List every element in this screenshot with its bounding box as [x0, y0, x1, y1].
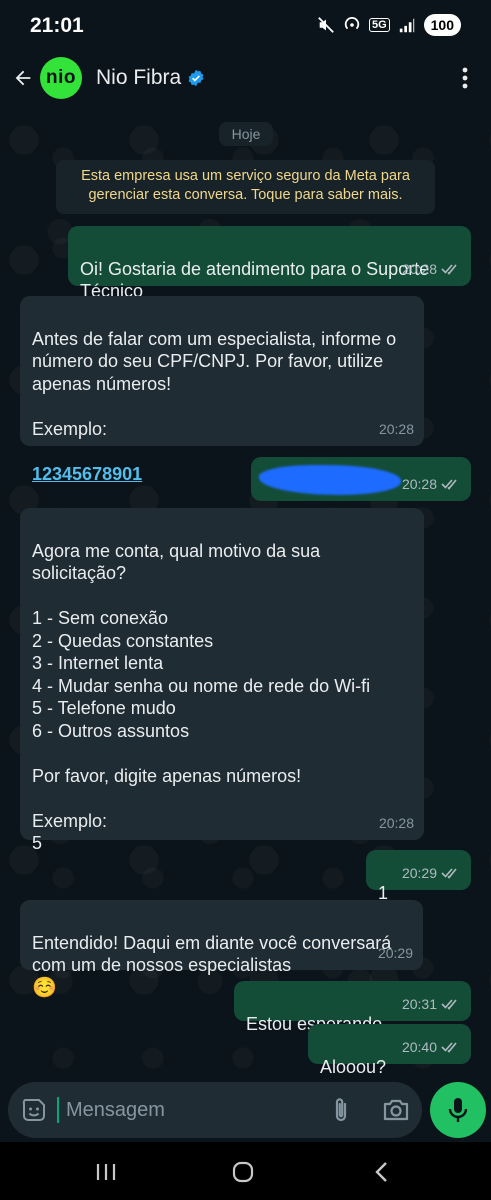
message-incoming[interactable]: Entendido! Daqui em diante você conversa… — [20, 900, 423, 999]
network-type-label: 5G — [368, 18, 390, 32]
message-text: Entendido! Daqui em diante você conversa… — [32, 932, 392, 976]
status-time: 21:01 — [30, 14, 84, 37]
message-outgoing[interactable]: Alooou? 20:40 — [308, 1024, 471, 1077]
message-outgoing[interactable]: Estou esperando 20:31 — [234, 981, 471, 1034]
read-receipt-icon — [441, 1042, 457, 1053]
message-incoming[interactable]: Antes de falar com um especialista, info… — [20, 296, 424, 484]
message-text: Agora me conta, qual motivo da sua solic… — [32, 540, 371, 854]
read-receipt-icon — [441, 868, 457, 879]
message-meta: 20:29 — [378, 942, 413, 965]
hotspot-icon — [344, 17, 360, 30]
message-meta: 20:40 — [402, 1036, 461, 1059]
message-text: Oi! Gostaria de atendimento para o Supor… — [80, 258, 430, 302]
encryption-notice[interactable]: Esta empresa usa um serviço seguro da Me… — [56, 160, 435, 214]
message-outgoing-redacted[interactable]: 20:28 — [251, 457, 471, 501]
encryption-notice-text: Esta empresa usa um serviço seguro da Me… — [81, 168, 410, 203]
composer-bar — [0, 1076, 491, 1142]
battery-indicator: 100 — [423, 14, 461, 36]
message-time: 20:29 — [377, 944, 413, 961]
smiling-face-emoji: ☺️ — [32, 976, 57, 999]
message-time: 20:28 — [378, 814, 414, 831]
avatar-logo-text: nio — [46, 67, 76, 88]
avatar[interactable]: nio — [40, 57, 82, 99]
message-time: 20:40 — [401, 1038, 437, 1055]
nav-back-icon[interactable] — [372, 1160, 390, 1184]
message-time: 20:31 — [401, 995, 437, 1012]
mute-icon — [318, 17, 334, 33]
verified-badge-icon — [188, 69, 204, 87]
signal-icon — [399, 18, 414, 33]
camera-icon[interactable] — [382, 1096, 410, 1124]
recent-apps-icon[interactable] — [95, 1162, 117, 1182]
message-time: 20:28 — [401, 260, 437, 277]
contact-name[interactable]: Nio Fibra — [96, 66, 181, 90]
sticker-icon[interactable] — [20, 1096, 48, 1124]
more-options-button[interactable] — [453, 62, 477, 94]
message-time: 20:28 — [401, 475, 437, 492]
back-arrow-icon — [15, 70, 31, 86]
date-divider: Hoje — [219, 122, 273, 146]
paperclip-icon[interactable] — [328, 1095, 354, 1125]
system-nav-bar — [0, 1142, 491, 1200]
read-receipt-icon — [441, 264, 457, 275]
read-receipt-icon — [441, 479, 457, 490]
message-meta: 20:29 — [402, 862, 461, 885]
message-time: 20:29 — [401, 864, 437, 881]
message-link[interactable]: 12345678901 — [32, 464, 142, 484]
message-meta: 20:28 — [402, 258, 461, 281]
status-icons: 5G 100 — [317, 14, 461, 36]
message-meta: 20:31 — [402, 993, 461, 1016]
message-input[interactable] — [66, 1092, 306, 1128]
message-time: 20:28 — [378, 420, 414, 437]
chat-header: nio Nio Fibra — [0, 52, 491, 104]
message-outgoing[interactable]: 1 20:29 — [366, 850, 471, 903]
chat-area[interactable]: Hoje Esta empresa usa um serviço seguro … — [0, 104, 491, 1077]
text-cursor — [57, 1097, 59, 1123]
voice-record-button[interactable] — [430, 1082, 486, 1138]
message-composer[interactable] — [8, 1082, 422, 1138]
read-receipt-icon — [441, 999, 457, 1010]
message-meta: 20:28 — [379, 812, 414, 835]
redaction-scribble — [259, 465, 401, 495]
mic-icon — [448, 1098, 468, 1122]
message-outgoing[interactable]: Oi! Gostaria de atendimento para o Supor… — [68, 226, 471, 301]
message-meta: 20:28 — [379, 418, 414, 441]
more-vert-icon — [462, 67, 468, 89]
message-meta: 20:28 — [402, 473, 461, 496]
home-icon[interactable] — [232, 1161, 254, 1183]
back-button[interactable] — [6, 58, 40, 98]
message-text: Alooou? — [320, 1056, 387, 1077]
message-incoming[interactable]: Agora me conta, qual motivo da sua solic… — [20, 508, 424, 853]
message-text: Antes de falar com um especialista, info… — [32, 328, 397, 439]
status-bar: 21:01 5G 100 — [0, 0, 491, 52]
